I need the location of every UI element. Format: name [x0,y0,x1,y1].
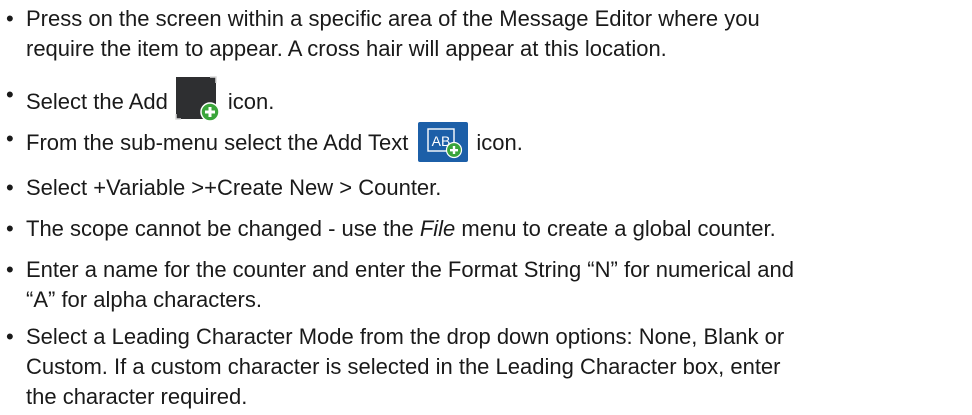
bullet-dot: • [6,257,14,282]
bullet-text: Select a Leading Character Mode from the… [26,322,966,412]
bullet-dot: • [6,82,14,107]
bullet-dot: • [6,126,14,151]
bullet-text-before: The scope cannot be changed - use the [26,216,420,241]
bullet-text: Select the Add icon. [26,76,966,126]
bullet-line: Enter a name for the counter and enter t… [26,257,794,282]
instruction-page: • Press on the screen within a specific … [0,0,972,415]
bullet-line: Select a Leading Character Mode from the… [26,324,785,349]
add-text-icon: AB [418,122,469,162]
bullet-line: require the item to appear. A cross hair… [26,36,667,61]
bullet-dot: • [6,175,14,200]
bullet-text: The scope cannot be changed - use the Fi… [26,214,966,244]
bullet-line: the character required. [26,384,248,409]
bullet-line: Press on the screen within a specific ar… [26,6,760,31]
file-menu-term: File [419,216,456,241]
bullet-text: Enter a name for the counter and enter t… [26,255,966,315]
bullet-text-after: icon. [227,88,275,114]
bullet-text-before: From the sub-menu select the Add Text [26,129,409,155]
bullet-line: “A” for alpha characters. [26,287,262,312]
bullet-line: Custom. If a custom character is selecte… [26,354,781,379]
bullet-dot: • [6,324,14,349]
bullet-dot: • [6,6,14,31]
bullet-text-before: Select the Add [26,88,168,114]
bullet-text-after: menu to create a global counter. [455,216,776,241]
add-icon [173,76,222,122]
bullet-text: Press on the screen within a specific ar… [26,4,966,64]
bullet-text: From the sub-menu select the Add Text AB… [26,122,966,164]
bullet-text: Select +Variable >+Create New > Counter. [26,175,442,200]
bullet-text-after: icon. [476,129,523,155]
bullet-dot: • [6,216,14,241]
